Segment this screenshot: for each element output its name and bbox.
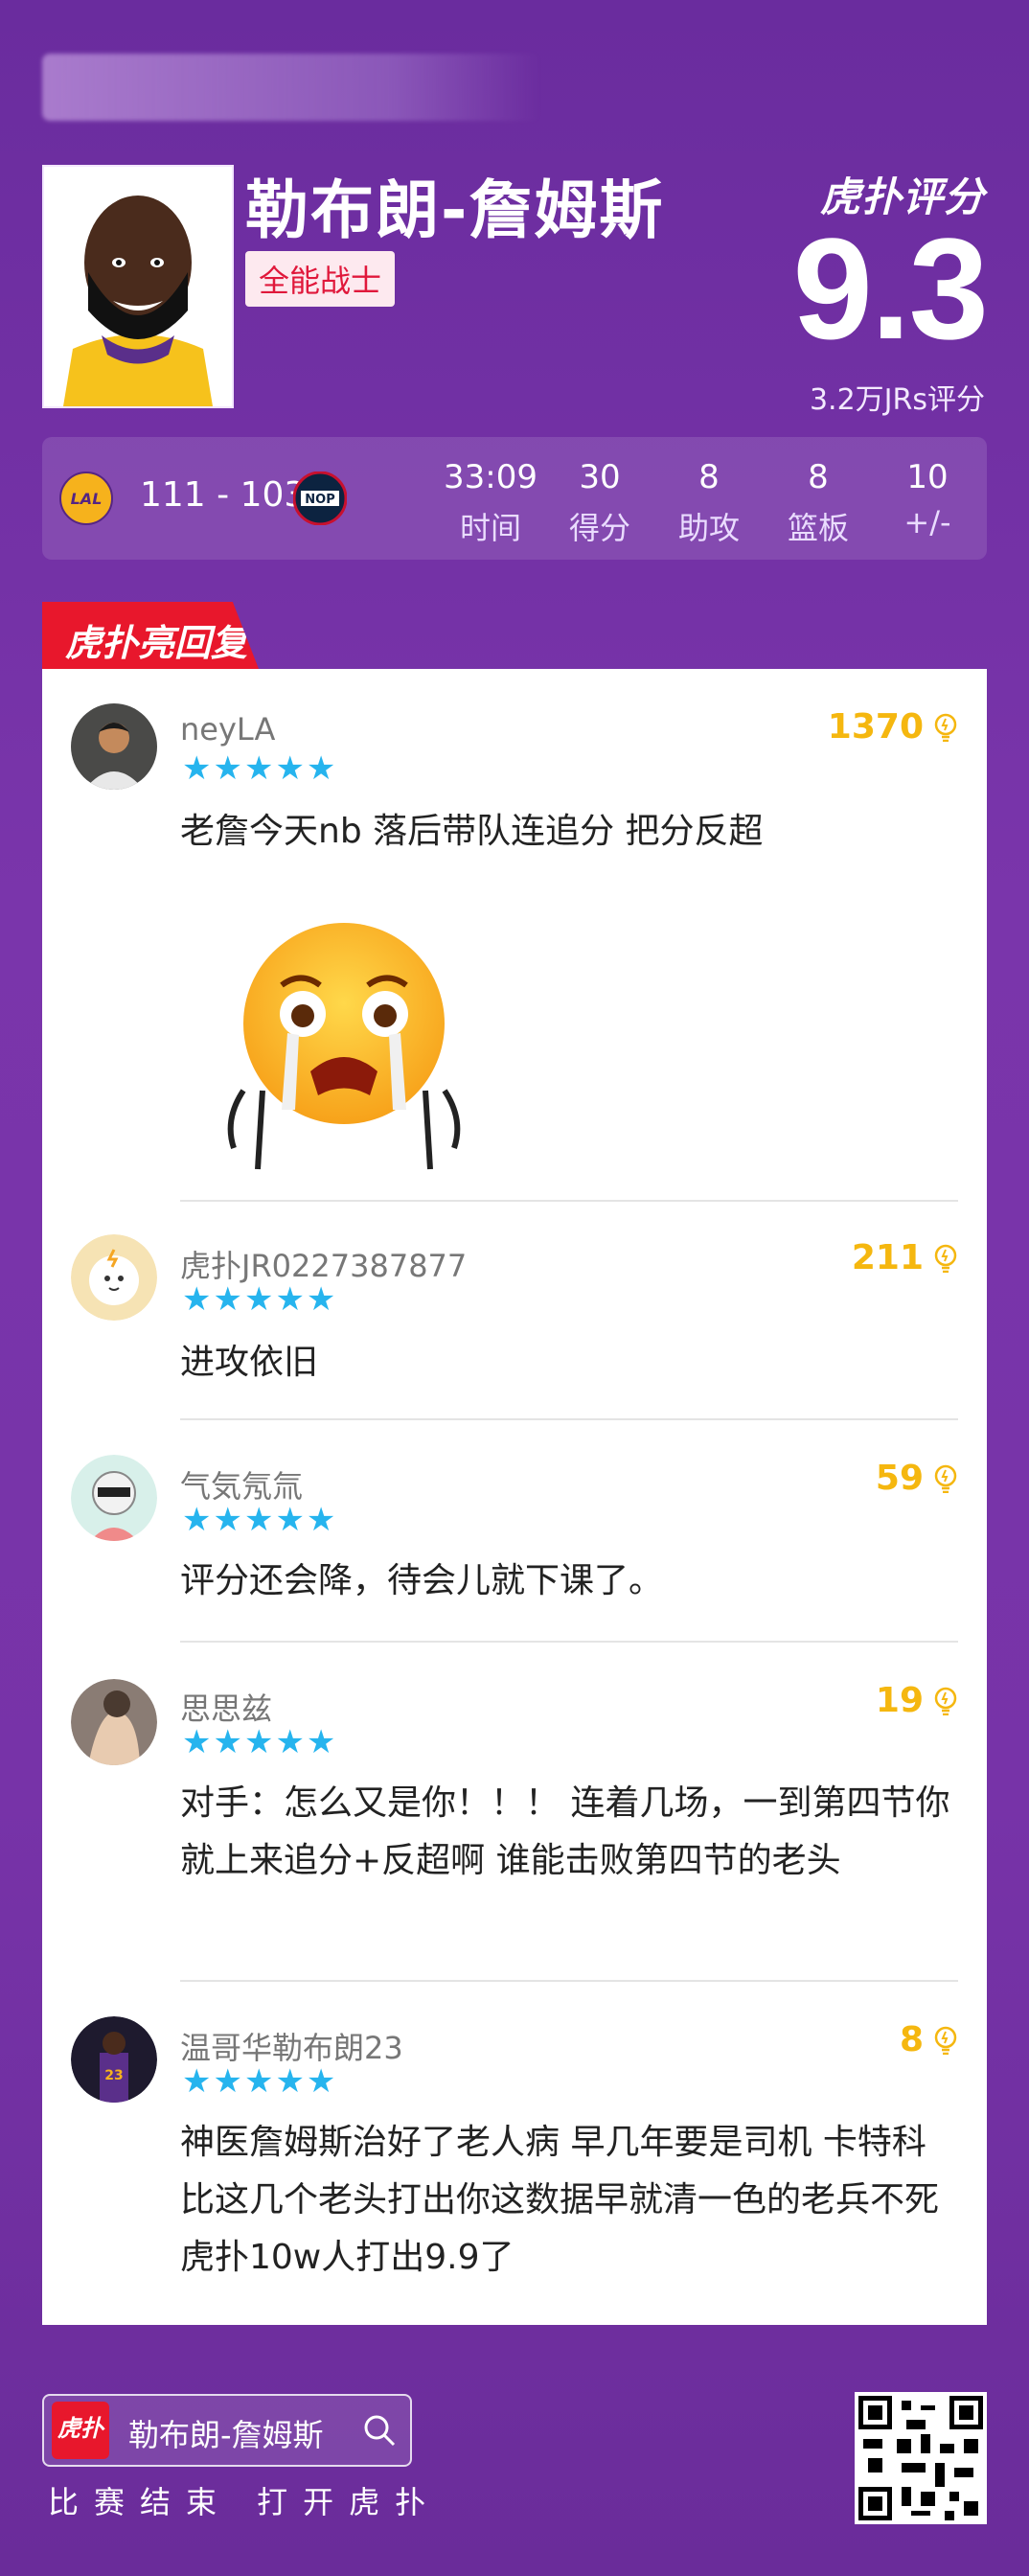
qr-code [855, 2392, 987, 2524]
lakers-logo-icon: LAL [59, 472, 113, 525]
section-title-tag: 虎扑亮回复 [42, 602, 259, 669]
comment-text: 进攻依旧 [180, 1343, 319, 1382]
like-count-value: 19 [875, 1681, 924, 1720]
pelicans-logo-icon: NOP [293, 472, 347, 525]
avatar[interactable] [71, 703, 157, 790]
lightbulb-icon [934, 1464, 957, 1493]
comment-username[interactable]: neyLA [180, 711, 275, 748]
search-text: 勒布朗-詹姆斯 [128, 2417, 324, 2453]
like-count[interactable]: 8 [900, 2020, 958, 2059]
app-search-box[interactable]: 虎扑 勒布朗-詹姆斯 [42, 2394, 412, 2467]
rating-stars: ★★★★★ [182, 1280, 338, 1319]
rating-stars: ★★★★★ [182, 749, 338, 788]
like-count[interactable]: 59 [876, 1459, 958, 1498]
stat-label: 时间 [459, 510, 521, 546]
stat-rebounds: 8 篮板 [766, 458, 871, 548]
avatar[interactable]: 23 [71, 2016, 157, 2103]
player-name: 勒布朗-詹姆斯 [245, 173, 665, 247]
stat-minutes: 33:09 时间 [438, 458, 543, 548]
player-tag-badge: 全能战士 [245, 251, 396, 307]
player-photo [42, 165, 234, 408]
comment-divider [180, 1980, 958, 1982]
comment-divider [180, 1418, 958, 1420]
rating-stars: ★★★★★ [182, 1501, 338, 1539]
comment-divider [180, 1641, 958, 1643]
rating-stars: ★★★★★ [182, 2062, 338, 2101]
comment-divider [180, 1200, 958, 1202]
like-count-value: 211 [851, 1238, 924, 1277]
stat-value: 8 [808, 458, 829, 496]
crying-emoji-sticker [227, 923, 461, 1170]
svg-text:23: 23 [104, 2068, 123, 2083]
like-count[interactable]: 1370 [828, 707, 958, 747]
stat-label: 篮板 [787, 510, 849, 546]
open-app-cta: 比赛结束 打开虎扑 [48, 2484, 442, 2520]
comment-text: 对手：怎么又是你！！！ 连着几场，一到第四节你就上来追分+反超啊 谁能击败第四节… [180, 1783, 950, 1880]
stat-label: +/- [903, 504, 951, 540]
svg-text:NOP: NOP [305, 493, 334, 507]
stat-value: 8 [698, 458, 720, 496]
comment-text: 评分还会降，待会儿就下课了。 [180, 1561, 664, 1600]
rating-stars: ★★★★★ [182, 1723, 338, 1761]
like-count[interactable]: 211 [852, 1238, 958, 1277]
game-stats-panel: LAL 111 - 103 NOP 33:09 时间 30 得分 8 助攻 8 … [42, 437, 987, 560]
stat-value: 30 [579, 458, 621, 496]
blurred-header-bar [42, 54, 540, 121]
avatar[interactable] [71, 1234, 157, 1321]
comment-text: 神医詹姆斯治好了老人病 早几年要是司机 卡特科比这几个老头打出你这数据早就清一色… [180, 2123, 940, 2277]
lightbulb-icon [934, 2026, 957, 2055]
section-title: 虎扑亮回复 [65, 622, 248, 664]
rating-score: 9.3 [792, 208, 989, 369]
search-icon[interactable] [362, 2413, 397, 2448]
avatar[interactable] [71, 1679, 157, 1765]
comments-card: neyLA ★★★★★ 1370 老詹今天nb 落后带队连追分 把分反超 虎扑J… [42, 669, 987, 2325]
lightbulb-icon [934, 713, 957, 742]
stat-value: 33:09 [444, 458, 537, 496]
svg-text:LAL: LAL [71, 490, 103, 508]
like-count-value: 1370 [827, 707, 924, 747]
stat-label: 助攻 [677, 510, 740, 546]
like-count-value: 59 [875, 1459, 924, 1498]
stat-points: 30 得分 [547, 458, 652, 548]
stat-plus-minus: 10 +/- [875, 458, 980, 540]
comment-text: 老詹今天nb 落后带队连追分 把分反超 [180, 812, 764, 851]
like-count-value: 8 [899, 2020, 924, 2059]
lightbulb-icon [934, 1244, 957, 1273]
stat-assists: 8 助攻 [656, 458, 762, 548]
like-count[interactable]: 19 [876, 1681, 958, 1720]
rating-vote-count: 3.2万JRs评分 [809, 383, 985, 417]
avatar[interactable] [71, 1455, 157, 1541]
game-score: 111 - 103 [140, 475, 307, 515]
lightbulb-icon [934, 1687, 957, 1715]
hupu-app-logo: 虎扑 [52, 2402, 109, 2459]
stat-value: 10 [906, 458, 949, 496]
stat-label: 得分 [568, 510, 630, 546]
